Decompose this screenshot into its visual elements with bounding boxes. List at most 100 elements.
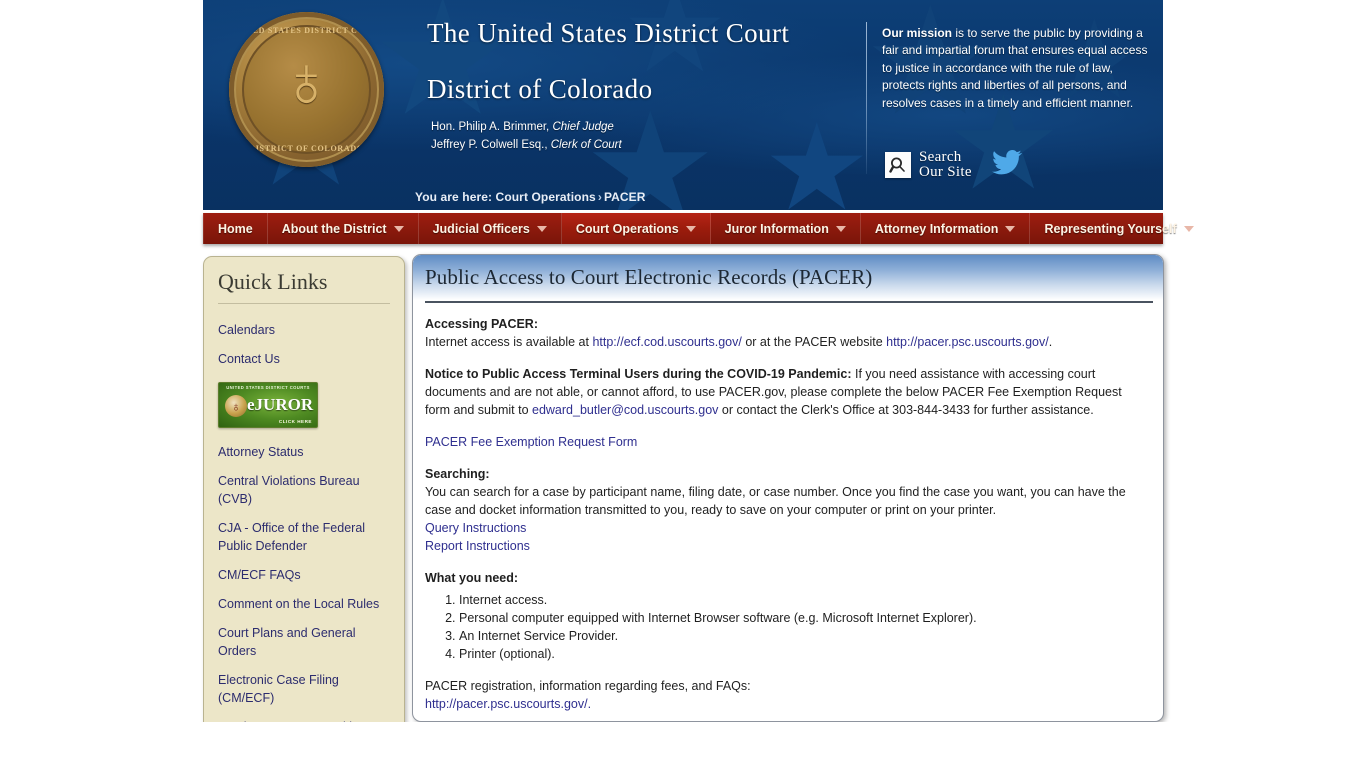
search-label-line2: Our Site — [919, 164, 972, 180]
search-label-line1: Search — [919, 149, 962, 165]
what-you-need-label: What you need: — [425, 571, 519, 585]
accessing-text-3: . — [1048, 335, 1053, 349]
requirement-item: Internet access. — [459, 591, 1149, 609]
list-item: Contact Us — [204, 345, 404, 374]
list-item: Attorney Status — [204, 438, 404, 467]
court-seal-icon: UNITED STATES DISTRICT COURT ♁ DISTRICT … — [229, 12, 384, 167]
court-title-line2: District of Colorado — [427, 74, 652, 105]
list-item: Court Plans and General Orders — [204, 619, 404, 666]
covid-notice-text-2: or contact the Clerk's Office at 303-844… — [718, 403, 1094, 417]
chevron-down-icon — [1183, 225, 1194, 232]
nav-item-label: Home — [218, 221, 253, 236]
fee-exemption-form-link[interactable]: PACER Fee Exemption Request Form — [425, 435, 637, 449]
pacer-website-link[interactable]: http://pacer.psc.uscourts.gov/ — [886, 335, 1049, 349]
breadcrumb-separator: › — [597, 190, 602, 204]
panel-body: Accessing PACER: Internet access is avai… — [413, 303, 1163, 713]
email-link[interactable]: edward_butler@cod.uscourts.gov — [532, 403, 718, 417]
requirement-item: Personal computer equipped with Internet… — [459, 609, 1149, 627]
header-divider — [866, 22, 867, 174]
sidebar-item-comment-on-the-local-rules[interactable]: Comment on the Local Rules — [218, 590, 390, 619]
panel-header: Public Access to Court Electronic Record… — [413, 255, 1163, 300]
twitter-icon[interactable] — [991, 150, 1022, 180]
nav-item-home[interactable]: Home — [203, 213, 268, 244]
search-our-site-block[interactable]: Search Our Site — [885, 150, 1022, 180]
ejuror-top-text: UNITED STATES DISTRICT COURTS — [226, 385, 310, 390]
list-item: Central Violations Bureau (CVB) — [204, 467, 404, 514]
breadcrumb-parent-link[interactable]: Court Operations — [496, 190, 596, 204]
chevron-down-icon — [835, 225, 846, 232]
nav-item-court-operations[interactable]: Court Operations — [561, 213, 711, 244]
page-title: Public Access to Court Electronic Record… — [425, 265, 873, 289]
quick-links-list-top: Calendars Contact Us — [204, 316, 404, 374]
court-title-text: The United States District Court — [427, 18, 790, 48]
fee-form-section: PACER Fee Exemption Request Form — [425, 433, 1149, 451]
covid-notice-section: Notice to Public Access Terminal Users d… — [425, 365, 1149, 419]
footer-area — [0, 722, 1366, 768]
chevron-down-icon — [536, 225, 547, 232]
nav-item-attorney-information[interactable]: Attorney Information — [861, 213, 1031, 244]
clerk-line: Jeffrey P. Colwell Esq., Clerk of Court — [431, 136, 622, 154]
quick-links-title: Quick Links — [218, 269, 328, 294]
quick-links-list-bottom: Attorney Status Central Violations Bureau… — [204, 438, 404, 767]
list-item: Calendars — [204, 316, 404, 345]
report-instructions-link[interactable]: Report Instructions — [425, 537, 1149, 555]
requirement-item: Printer (optional). — [459, 645, 1149, 663]
sidebar-item-calendars[interactable]: Calendars — [218, 316, 390, 345]
what-you-need-label-wrap: What you need: — [425, 569, 1149, 587]
eagle-icon: ♁ — [279, 42, 334, 122]
breadcrumb-current: PACER — [603, 190, 646, 204]
star-decoration: ★ — [763, 101, 871, 210]
sidebar-item-electronic-case-filing-cm-ecf[interactable]: Electronic Case Filing (CM/ECF) — [218, 666, 390, 713]
list-item: Comment on the Local Rules — [204, 590, 404, 619]
main-content-panel: Public Access to Court Electronic Record… — [412, 254, 1164, 722]
covid-notice-label: Notice to Public Access Terminal Users d… — [425, 367, 852, 381]
ejuror-banner[interactable]: UNITED STATES DISTRICT COURTS ♁ eJUROR C… — [218, 382, 318, 428]
court-officials: Hon. Philip A. Brimmer, Chief Judge Jeff… — [431, 118, 622, 154]
accessing-text-2: or at the PACER website — [741, 335, 887, 349]
page-root: ★ ★ ★ ★ ★ ★ ★ ★ UNITED STATES DISTRICT C… — [0, 0, 1366, 768]
nav-item-label: Judicial Officers — [432, 221, 530, 236]
divider — [218, 303, 390, 304]
nav-item-label: Representing Yourself — [1044, 221, 1177, 236]
search-icon[interactable] — [885, 152, 911, 178]
chevron-down-icon — [393, 225, 404, 232]
sidebar-item-cm-ecf-faqs[interactable]: CM/ECF FAQs — [218, 561, 390, 590]
main-navigation: Home About the District Judicial Officers C… — [203, 213, 1209, 244]
nav-item-judicial-officers[interactable]: Judicial Officers — [419, 213, 562, 244]
chief-judge-role: Chief Judge — [552, 121, 614, 133]
list-item: CM/ECF FAQs — [204, 561, 404, 590]
query-instructions-link[interactable]: Query Instructions — [425, 519, 1149, 537]
seal-bottom-text: DISTRICT OF COLORADO — [249, 144, 364, 153]
ecf-link[interactable]: http://ecf.cod.uscourts.gov/ — [592, 335, 741, 349]
accessing-text-1: Internet access is available at — [425, 335, 593, 349]
court-title-line1: The United States District Court — [427, 18, 789, 49]
ejuror-wordmark: eJUROR — [247, 395, 314, 414]
chevron-down-icon — [1005, 225, 1016, 232]
nav-item-label: Juror Information — [724, 221, 829, 236]
breadcrumb: You are here: Court Operations › PACER — [415, 190, 646, 204]
accessing-pacer-label: Accessing PACER: — [425, 317, 538, 331]
requirement-item: An Internet Service Provider. — [459, 627, 1149, 645]
registration-label: PACER registration, information regardin… — [425, 679, 751, 693]
nav-item-representing-yourself[interactable]: Representing Yourself — [1030, 213, 1209, 244]
quick-links-sidebar: Quick Links Calendars Contact Us UNITED S… — [203, 256, 405, 768]
sidebar-item-cja-office-of-the-federal-public-defender[interactable]: CJA - Office of the Federal Public Defen… — [218, 514, 390, 561]
seal-top-text: UNITED STATES DISTRICT COURT — [229, 26, 384, 35]
list-item: Electronic Case Filing (CM/ECF) — [204, 666, 404, 713]
sidebar-item-court-plans-and-general-orders[interactable]: Court Plans and General Orders — [218, 619, 390, 666]
nav-item-juror-information[interactable]: Juror Information — [711, 213, 861, 244]
nav-item-label: Court Operations — [575, 221, 679, 236]
nav-item-about-the-district[interactable]: About the District — [268, 213, 419, 244]
search-our-site-label[interactable]: Search Our Site — [919, 150, 972, 180]
searching-section: Searching: You can search for a case by … — [425, 465, 1149, 555]
sidebar-item-central-violations-bureau-cvb[interactable]: Central Violations Bureau (CVB) — [218, 467, 390, 514]
accessing-pacer-section: Accessing PACER: Internet access is avai… — [425, 315, 1149, 351]
sidebar-item-contact-us[interactable]: Contact Us — [218, 345, 390, 374]
mission-lead: Our mission — [882, 26, 953, 40]
mission-statement: Our mission is to serve the public by pr… — [882, 25, 1157, 112]
searching-label: Searching: — [425, 467, 490, 481]
chevron-down-icon — [685, 225, 696, 232]
court-subtitle-text: District of Colorado — [427, 74, 653, 104]
registration-link[interactable]: http://pacer.psc.uscourts.gov/. — [425, 697, 591, 711]
sidebar-item-attorney-status[interactable]: Attorney Status — [218, 438, 390, 467]
